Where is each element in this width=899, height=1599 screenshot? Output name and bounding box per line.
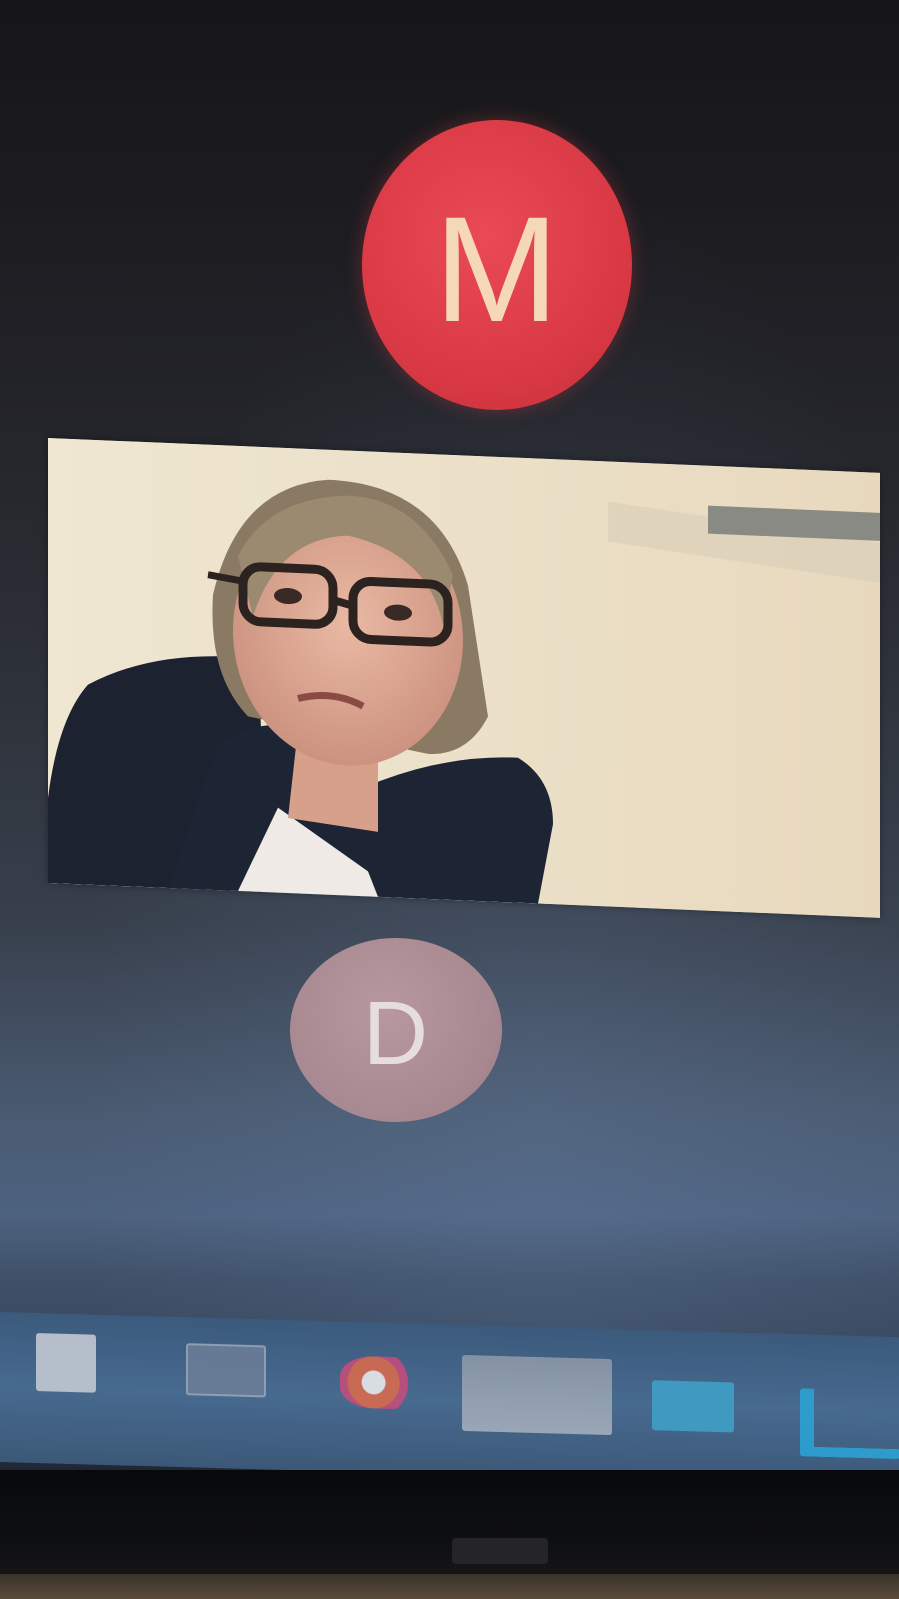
terminal-app-icon[interactable] [652,1380,734,1433]
app-swirl-icon[interactable] [340,1355,424,1410]
monitor-logo [452,1538,548,1564]
desk-surface [0,1574,899,1599]
participant-avatar-d[interactable]: D [290,938,502,1122]
participant-initial: M [434,184,560,353]
vscode-icon[interactable] [800,1388,899,1460]
file-explorer-icon[interactable] [36,1333,96,1393]
participant-video-tile[interactable] [48,438,880,918]
meeting-window: M D [0,0,899,1599]
taskbar [0,1312,899,1488]
active-window-icon[interactable] [462,1354,612,1436]
participant-avatar-m[interactable]: M [362,120,632,410]
window-thumbnail-icon[interactable] [186,1343,266,1398]
participant-initial: D [363,983,429,1084]
participant-video-feed [48,438,880,918]
